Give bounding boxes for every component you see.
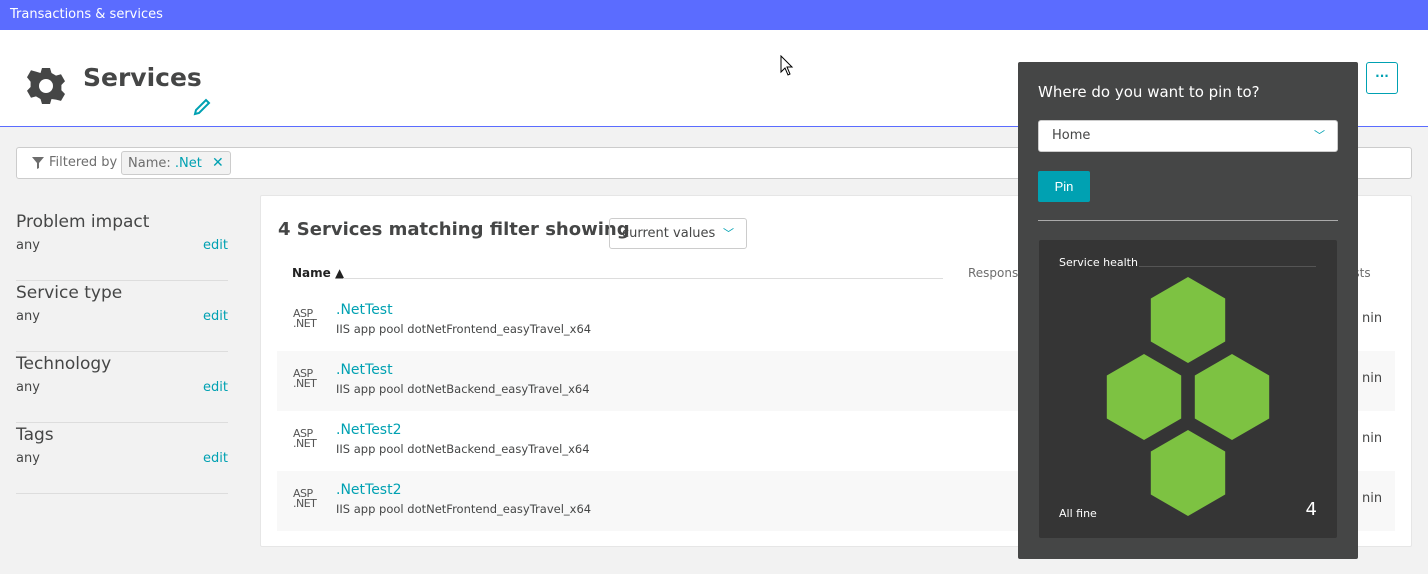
facet-edit-link[interactable]: edit (203, 451, 228, 466)
values-dropdown[interactable]: current values ﹀ (609, 218, 747, 249)
chevron-down-icon: ﹀ (1314, 129, 1325, 142)
facet-sidebar: Problem impact any edit Service type any e… (16, 210, 228, 494)
mouse-cursor-icon (780, 55, 794, 76)
tile-status: All fine (1059, 507, 1097, 520)
facet-tags: Tags any edit (16, 423, 228, 494)
service-description: IIS app pool dotNetBackend_easyTravel_x6… (336, 442, 590, 456)
chip-value: .Net (174, 156, 202, 171)
topbar: Transactions & services (0, 0, 1428, 30)
breadcrumb-title[interactable]: Transactions & services (10, 7, 163, 22)
service-hexagon[interactable] (1194, 354, 1270, 440)
facet-problem-impact: Problem impact any edit (16, 210, 228, 281)
requests-value: nin (1362, 371, 1383, 386)
tile-count: 4 (1305, 499, 1317, 520)
facet-name: Problem impact (16, 212, 150, 232)
facet-name: Service type (16, 283, 123, 303)
filter-chip[interactable]: Name: .Net ✕ (121, 151, 231, 175)
service-hexagon[interactable] (1150, 277, 1226, 363)
pin-popup: Where do you want to pin to? Home ﹀ Pin … (1018, 62, 1358, 559)
pin-question: Where do you want to pin to? (1038, 83, 1260, 101)
facet-value: any (16, 309, 40, 324)
aspnet-icon: ASP .NET (293, 487, 317, 510)
facet-edit-link[interactable]: edit (203, 238, 228, 253)
facet-service-type: Service type any edit (16, 281, 228, 352)
dashboard-select[interactable]: Home ﹀ (1038, 120, 1338, 152)
service-name-link[interactable]: .NetTest2 (336, 482, 402, 498)
facet-edit-link[interactable]: edit (203, 309, 228, 324)
requests-value: nin (1362, 431, 1383, 446)
select-value: Home (1052, 128, 1091, 143)
service-hexagon[interactable] (1106, 354, 1182, 440)
facet-name: Technology (16, 354, 112, 374)
facet-technology: Technology any edit (16, 352, 228, 423)
service-health-tile: Service health All fine 4 (1039, 240, 1337, 538)
column-header-name[interactable]: Name ▲ (292, 266, 344, 280)
facet-value: any (16, 451, 40, 466)
filter-label: Filtered by (49, 155, 118, 170)
hexagon-chart (1106, 277, 1270, 516)
service-description: IIS app pool dotNetBackend_easyTravel_x6… (336, 382, 590, 396)
chip-key: Name: (128, 156, 171, 171)
more-options-button[interactable]: ··· (1366, 62, 1398, 94)
requests-value: nin (1362, 491, 1383, 506)
aspnet-icon: ASP .NET (293, 427, 317, 450)
dropdown-value: current values (622, 226, 716, 241)
funnel-icon (32, 157, 44, 169)
pencil-icon[interactable] (193, 98, 211, 116)
divider (1038, 220, 1338, 221)
close-icon[interactable]: ✕ (212, 155, 224, 171)
column-header-response[interactable]: Response (968, 266, 1026, 280)
page-title: Services (83, 63, 202, 92)
aspnet-icon: ASP .NET (293, 367, 317, 390)
pin-button[interactable]: Pin (1038, 171, 1090, 202)
aspnet-icon: ASP .NET (293, 307, 317, 330)
chevron-down-icon: ﹀ (723, 227, 734, 240)
gear-icon (27, 68, 65, 104)
service-hexagon[interactable] (1150, 430, 1226, 516)
facet-value: any (16, 380, 40, 395)
requests-value: nin (1362, 311, 1383, 326)
service-name-link[interactable]: .NetTest (336, 302, 393, 318)
service-name-link[interactable]: .NetTest (336, 362, 393, 378)
column-divider (343, 278, 943, 279)
facet-name: Tags (16, 425, 54, 445)
service-name-link[interactable]: .NetTest2 (336, 422, 402, 438)
facet-value: any (16, 238, 40, 253)
service-description: IIS app pool dotNetFrontend_easyTravel_x… (336, 322, 592, 336)
service-description: IIS app pool dotNetFrontend_easyTravel_x… (336, 502, 592, 516)
facet-edit-link[interactable]: edit (203, 380, 228, 395)
results-title: 4 Services matching filter showing (278, 219, 630, 240)
